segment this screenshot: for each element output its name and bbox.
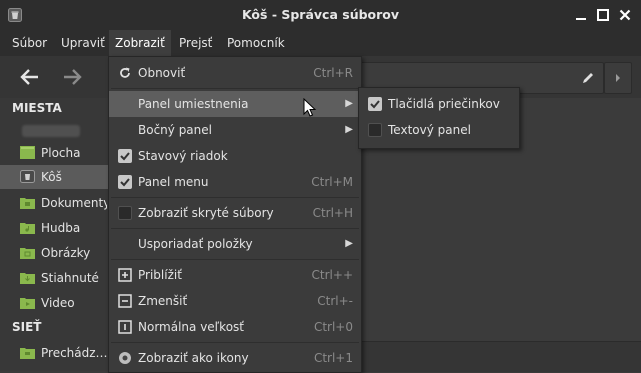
sidebar: MIESTA Plocha Kôš Dokumenty Hudba Obrázk… [0,98,108,371]
menu-edit[interactable]: Upraviť [55,30,111,56]
sidebar-item-downloads[interactable]: Stiahnuté [0,266,108,290]
sidebar-item-videos[interactable]: Video [0,291,108,315]
submenu-arrow-icon: ▶ [345,124,353,135]
menu-item-arrange[interactable]: Usporiadať položky ▶ [109,231,361,257]
menu-item-hidden-files[interactable]: Zobraziť skryté súbory Ctrl+H [109,200,361,226]
close-icon[interactable] [617,7,633,23]
menu-item-zoom-normal[interactable]: Normálna veľkosť Ctrl+0 [109,314,361,340]
menu-separator [111,197,359,198]
window-title: Kôš - Správca súborov [241,7,400,22]
view-menu: Obnoviť Ctrl+R Panel umiestnenia ▶ Bočný… [108,56,362,373]
menu-item-label: Stavový riadok [138,149,228,163]
sidebar-places-header: MIESTA [12,101,62,115]
menu-item-shortcut: Ctrl+M [311,175,353,189]
sidebar-item-label: Kôš [41,170,62,184]
menu-item-statusbar[interactable]: Stavový riadok [109,143,361,169]
menu-item-shortcut: Ctrl+R [313,66,353,80]
menu-separator [111,259,359,260]
menu-view[interactable]: Zobraziť [109,30,171,56]
zoom-in-icon [118,268,132,282]
menu-item-shortcut: Ctrl+0 [313,320,353,334]
menu-item-shortcut: Ctrl+- [317,294,353,308]
menu-item-shortcut: Ctrl+1 [313,351,353,365]
menu-item-menubar[interactable]: Panel menu Ctrl+M [109,169,361,195]
menu-item-side-panel[interactable]: Bočný panel ▶ [109,117,361,143]
sidebar-item-label: Hudba [41,221,81,235]
menu-separator [111,88,359,89]
menu-separator [111,228,359,229]
sidebar-item-pictures[interactable]: Obrázky [0,241,108,265]
desktop-folder-icon [20,146,35,159]
network-folder-icon [20,348,35,359]
menu-item-label: Panel umiestnenia [138,97,249,111]
checkbox-checked-icon [118,149,132,163]
refresh-icon [120,67,130,78]
back-arrow-icon[interactable] [18,65,42,89]
checkbox-checked-icon [368,97,382,111]
menu-item-label: Panel menu [138,175,209,189]
sidebar-item-label: Plocha [41,146,81,160]
submenu-arrow-icon: ▶ [345,238,353,249]
menu-go[interactable]: Prejsť [173,30,218,56]
menu-help[interactable]: Pomocník [221,30,291,56]
menu-item-label: Priblížiť [138,268,182,282]
blurred-device-entry [22,125,80,137]
mouse-pointer-icon [303,98,317,117]
documents-folder-icon [20,198,35,209]
submenu-item-text-panel[interactable]: Textový panel [359,117,519,143]
sidebar-item-label: Video [41,296,75,310]
menu-item-refresh[interactable]: Obnoviť Ctrl+R [109,60,361,86]
zoom-normal-icon [118,320,132,334]
menu-item-label: Zobraziť skryté súbory [138,206,274,220]
menu-item-label: Textový panel [388,123,471,137]
menu-file[interactable]: Súbor [6,30,53,56]
maximize-icon[interactable] [595,7,611,23]
checkbox-unchecked-icon [118,206,132,220]
pictures-folder-icon [20,248,35,259]
radio-selected-icon [119,352,131,364]
location-panel-submenu: Tlačidlá priečinkov Textový panel [358,87,520,149]
menu-item-zoom-in[interactable]: Priblížiť Ctrl++ [109,262,361,288]
menu-item-zoom-out[interactable]: Zmenšiť Ctrl+- [109,288,361,314]
menu-item-label: Tlačidlá priečinkov [388,97,500,111]
menu-item-label: Zmenšiť [138,294,188,308]
location-scroll-button[interactable] [604,62,632,94]
sidebar-item-label: Stiahnuté [41,271,99,285]
sidebar-item-documents[interactable]: Dokumenty [0,191,108,215]
chevron-right-icon [616,74,620,82]
checkbox-checked-icon [118,175,132,189]
sidebar-item-label: Obrázky [41,246,91,260]
menu-item-label: Obnoviť [138,66,186,80]
pencil-icon[interactable] [581,71,595,85]
forward-arrow-icon[interactable] [60,65,84,89]
submenu-arrow-icon: ▶ [345,98,353,109]
sidebar-item-trash[interactable]: Kôš [0,165,108,189]
menu-separator [111,342,359,343]
downloads-folder-icon [20,273,35,284]
menu-item-shortcut: Ctrl+H [312,206,353,220]
minimize-icon[interactable] [573,7,589,23]
sidebar-item-desktop[interactable]: Plocha [0,141,108,165]
checkbox-unchecked-icon [368,123,382,137]
sidebar-item-music[interactable]: Hudba [0,216,108,240]
zoom-out-icon [118,294,132,308]
menu-item-view-as-icons[interactable]: Zobraziť ako ikony Ctrl+1 [109,345,361,371]
menu-item-label: Bočný panel [138,123,212,137]
submenu-item-pathbar-buttons[interactable]: Tlačidlá priečinkov [359,91,519,117]
sidebar-item-label: Prechádz… [41,346,107,360]
title-bar: Kôš - Správca súborov [0,0,641,31]
menu-item-label: Usporiadať položky [138,237,253,251]
sidebar-network-header: SIEŤ [12,320,42,334]
menu-bar: Súbor Upraviť Zobraziť Prejsť Pomocník [0,30,641,56]
trash-icon [20,170,35,183]
menu-item-location-panel[interactable]: Panel umiestnenia ▶ [109,91,361,117]
sidebar-item-label: Dokumenty [41,196,107,210]
menu-item-shortcut: Ctrl++ [311,268,353,282]
menu-item-label: Zobraziť ako ikony [138,351,249,365]
music-folder-icon [20,223,35,234]
menu-item-label: Normálna veľkosť [138,320,244,334]
sidebar-item-network[interactable]: Prechádz… [0,341,108,365]
videos-folder-icon [20,298,35,309]
